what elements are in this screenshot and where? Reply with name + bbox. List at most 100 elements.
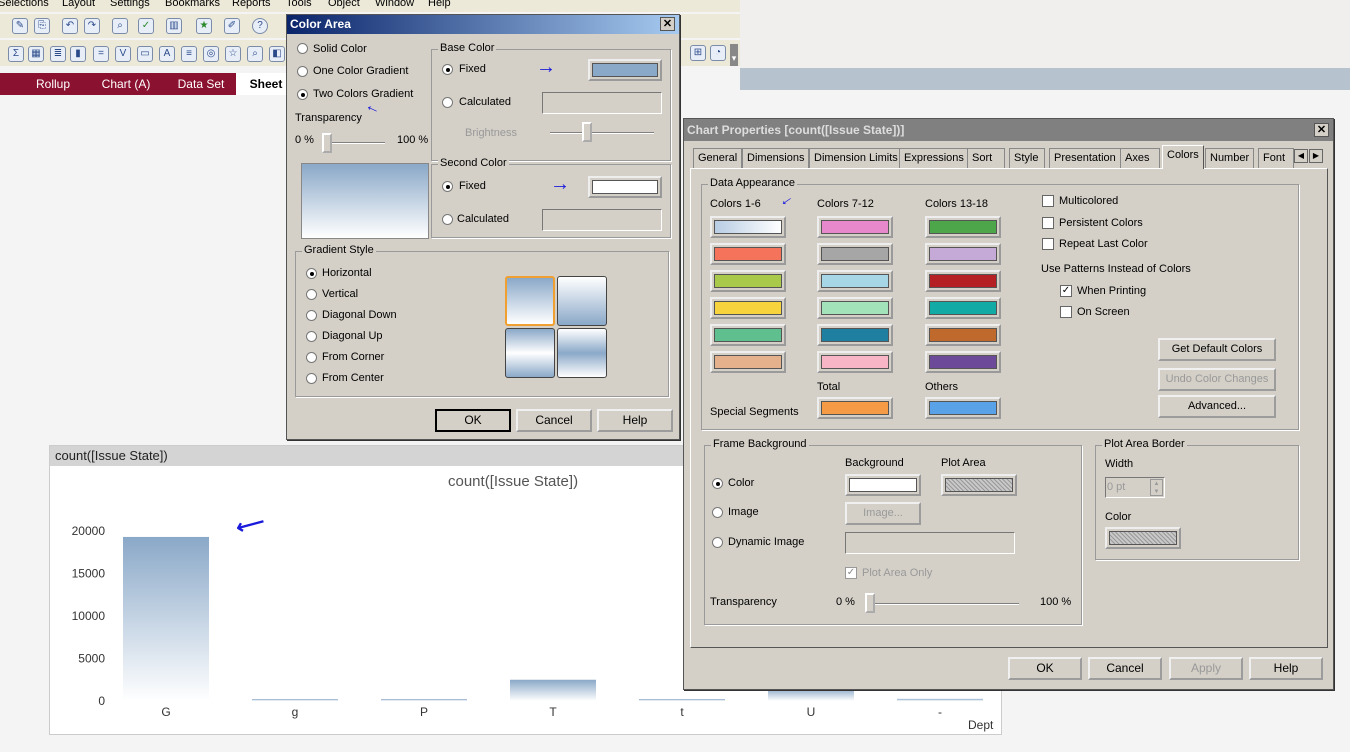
y-tick-label: 15000 <box>72 567 106 581</box>
label-from-corner: From Corner <box>322 351 385 363</box>
search-object-icon[interactable]: ⌕ <box>247 46 263 62</box>
checkbox-icon[interactable]: V <box>115 46 131 62</box>
transparency-thumb[interactable] <box>322 133 332 153</box>
second-color-title: Second Color <box>438 157 509 169</box>
equals-icon[interactable]: = <box>93 46 109 62</box>
bookmark-icon[interactable]: ☆ <box>225 46 241 62</box>
bar-chart-icon[interactable]: ▮ <box>70 46 86 62</box>
star-icon[interactable]: ★ <box>196 18 212 34</box>
radio-second-calculated[interactable] <box>442 214 453 225</box>
hierarchy-icon[interactable]: ⊞ <box>690 45 706 61</box>
dialog-title: Chart Properties [count([Issue State])] <box>684 119 1333 141</box>
sheet-tab-rollup[interactable]: Rollup <box>20 73 86 95</box>
bar-G[interactable] <box>123 536 209 701</box>
transparency-max: 100 % <box>397 134 429 146</box>
close-icon[interactable]: ✕ <box>1314 123 1329 137</box>
redo-icon[interactable]: ↷ <box>84 18 100 34</box>
annotation-arrow-icon: → <box>536 56 556 78</box>
listbox-icon[interactable]: ≣ <box>50 46 66 62</box>
sum-icon[interactable]: Σ <box>8 46 24 62</box>
bar-T[interactable] <box>510 679 596 701</box>
radio-diagonal-up[interactable] <box>306 331 317 342</box>
line-icon[interactable]: ≡ <box>181 46 197 62</box>
bar-U[interactable] <box>768 688 854 701</box>
radio-horizontal[interactable] <box>306 268 317 279</box>
help-button[interactable]: Help <box>597 409 673 432</box>
brightness-thumb[interactable] <box>582 122 592 142</box>
base-calculated-field[interactable] <box>542 92 662 114</box>
radio-solid-color[interactable] <box>297 43 308 54</box>
menu-settings[interactable]: Settings <box>110 0 150 9</box>
menu-selections[interactable]: Selections <box>0 0 49 9</box>
close-icon[interactable]: ✕ <box>660 17 675 31</box>
radio-base-fixed[interactable] <box>442 64 453 75</box>
radio-one-color-gradient[interactable] <box>297 66 308 77</box>
radio-second-fixed[interactable] <box>442 181 453 192</box>
bar-g[interactable] <box>252 699 338 701</box>
button-object-icon[interactable]: ▭ <box>137 46 153 62</box>
label-solid-color: Solid Color <box>313 43 367 55</box>
x-tick-label: g <box>292 705 299 719</box>
transparency-min: 0 % <box>295 134 314 146</box>
menu-help[interactable]: Help <box>428 0 451 9</box>
base-color-title: Base Color <box>438 42 497 54</box>
gradient-variant-4[interactable] <box>557 328 607 378</box>
brightness-slider[interactable] <box>550 132 654 134</box>
gradient-variant-2[interactable] <box>557 276 607 326</box>
reload-icon[interactable]: ⎘ <box>34 18 50 34</box>
radio-from-center[interactable] <box>306 373 317 384</box>
label-horizontal: Horizontal <box>322 267 372 279</box>
label-one-color-gradient: One Color Gradient <box>313 65 409 77</box>
radio-vertical[interactable] <box>306 289 317 300</box>
base-color-group: Base Color Fixed → Calculated Brightness <box>431 42 671 161</box>
menu-tools[interactable]: Tools <box>286 0 312 9</box>
x-tick-label: - <box>938 705 942 719</box>
menu-object[interactable]: Object <box>328 0 360 9</box>
bar-t[interactable] <box>639 699 725 701</box>
brightness-label: Brightness <box>465 127 517 139</box>
sheet-tab-hidden[interactable] <box>0 73 20 95</box>
undo-icon[interactable]: ↶ <box>62 18 78 34</box>
sheet-tab-data-set[interactable]: Data Set <box>166 73 236 95</box>
edit-script-icon[interactable]: ✐ <box>224 18 240 34</box>
menu-bookmarks[interactable]: Bookmarks <box>165 0 220 9</box>
table-icon[interactable]: ▦ <box>28 46 44 62</box>
radio-two-colors-gradient[interactable] <box>297 89 308 100</box>
cancel-button[interactable]: Cancel <box>516 409 592 432</box>
transparency-label: Transparency <box>295 112 362 124</box>
label-second-fixed: Fixed <box>459 180 486 192</box>
menu-window[interactable]: Window <box>375 0 414 9</box>
web-document-icon[interactable]: ◔ <box>710 45 726 61</box>
label-diagonal-down: Diagonal Down <box>322 309 397 321</box>
check-icon[interactable]: ✓ <box>138 18 154 34</box>
sheet-tab-chart-a[interactable]: Chart (A) <box>86 73 166 95</box>
chart-wizard-icon[interactable]: ▥ <box>166 18 182 34</box>
y-tick-label: 20000 <box>72 524 106 538</box>
menu-reports[interactable]: Reports <box>232 0 271 9</box>
toolbar-overflow-icon[interactable]: ▾ <box>730 44 738 66</box>
text-object-icon[interactable]: A <box>159 46 175 62</box>
container-icon[interactable]: ◧ <box>269 46 285 62</box>
x-tick-label: t <box>680 705 684 719</box>
gradient-variant-1[interactable] <box>505 276 555 326</box>
ok-button[interactable]: OK <box>1008 657 1082 680</box>
label-two-colors-gradient: Two Colors Gradient <box>313 88 414 100</box>
menu-bar: Selections Layout Settings Bookmarks Rep… <box>0 0 740 12</box>
radio-base-calculated[interactable] <box>442 97 453 108</box>
bar-P[interactable] <box>381 699 467 701</box>
gradient-variant-3[interactable] <box>505 328 555 378</box>
ok-button[interactable]: OK <box>435 409 511 432</box>
menu-layout[interactable]: Layout <box>62 0 95 9</box>
radio-from-corner[interactable] <box>306 352 317 363</box>
sheet-header-bar <box>740 68 1350 90</box>
help-icon[interactable]: ? <box>252 18 268 34</box>
second-calculated-field[interactable] <box>542 209 662 231</box>
slider-icon[interactable]: ◎ <box>203 46 219 62</box>
find-icon[interactable]: ⌕ <box>112 18 128 34</box>
base-color-swatch[interactable] <box>588 59 662 81</box>
transparency-slider[interactable] <box>323 142 385 144</box>
edit-icon[interactable]: ✎ <box>12 18 28 34</box>
bar--[interactable] <box>897 698 983 701</box>
radio-diagonal-down[interactable] <box>306 310 317 321</box>
second-color-swatch[interactable] <box>588 176 662 198</box>
